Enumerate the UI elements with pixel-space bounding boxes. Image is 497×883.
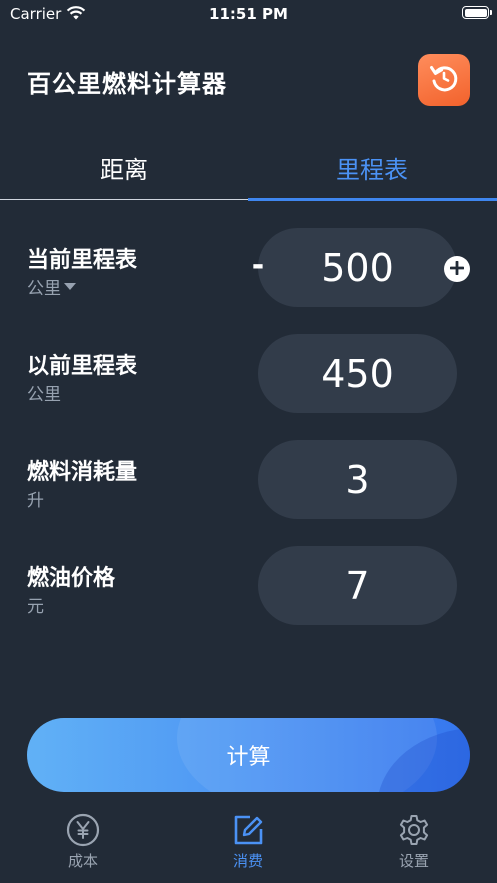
calculate-label: 计算 bbox=[226, 745, 271, 770]
segment-tabs: 距离 里程表 bbox=[0, 132, 497, 201]
field-label: 燃料消耗量 bbox=[27, 460, 138, 485]
tabbar-label: 消费 bbox=[232, 852, 263, 870]
tabbar-label: 成本 bbox=[67, 852, 98, 870]
fuel-consumed-input[interactable]: 3 bbox=[258, 440, 457, 519]
current-odometer-input[interactable]: 500 bbox=[258, 228, 457, 307]
field-fuel-consumed: 燃料消耗量 升 3 bbox=[0, 440, 497, 520]
page-title: 百公里燃料计算器 bbox=[27, 70, 227, 98]
unit-label: 公里 bbox=[27, 279, 61, 299]
field-current-odometer: 当前里程表 公里 500 - bbox=[0, 228, 497, 308]
status-bar: Carrier 11:51 PM bbox=[0, 0, 497, 30]
tab-odometer[interactable]: 里程表 bbox=[248, 150, 496, 185]
gear-icon bbox=[396, 812, 432, 848]
calculate-button[interactable]: 计算 bbox=[27, 718, 470, 792]
tabbar-item-settings[interactable]: 设置 bbox=[354, 812, 474, 871]
field-label: 以前里程表 bbox=[27, 354, 138, 379]
unit-label: 元 bbox=[27, 597, 44, 617]
field-fuel-price: 燃油价格 元 7 bbox=[0, 546, 497, 626]
tab-active-indicator bbox=[248, 198, 497, 201]
tabbar-item-cost[interactable]: 成本 bbox=[23, 812, 143, 871]
decrement-button[interactable]: - bbox=[244, 251, 272, 285]
tabbar-item-consume[interactable]: 消费 bbox=[188, 812, 308, 871]
tab-divider bbox=[0, 199, 248, 200]
fuel-price-input[interactable]: 7 bbox=[258, 546, 457, 625]
reset-button[interactable] bbox=[418, 54, 470, 106]
app-screen: Carrier 11:51 PM 百公里燃料计算器 距离 里程表 当前里程表 公… bbox=[0, 0, 497, 883]
unit-label: 升 bbox=[27, 491, 44, 511]
bottom-tab-bar: 成本 消费 设置 bbox=[0, 800, 497, 883]
tab-distance[interactable]: 距离 bbox=[0, 150, 248, 185]
field-previous-odometer: 以前里程表 公里 450 bbox=[0, 334, 497, 414]
field-label: 燃油价格 bbox=[27, 566, 116, 591]
reset-icon bbox=[427, 61, 461, 99]
unit-label: 公里 bbox=[27, 385, 61, 405]
edit-icon bbox=[230, 812, 266, 848]
previous-odometer-input[interactable]: 450 bbox=[258, 334, 457, 413]
tabbar-label: 设置 bbox=[398, 852, 429, 870]
yen-circle-icon bbox=[65, 812, 101, 848]
unit-dropdown[interactable]: 公里 bbox=[27, 274, 76, 299]
battery-icon bbox=[462, 6, 492, 19]
plus-circle-icon bbox=[449, 260, 465, 279]
status-time: 11:51 PM bbox=[209, 5, 288, 23]
caret-down-icon bbox=[64, 283, 76, 290]
increment-button[interactable] bbox=[444, 256, 470, 282]
field-label: 当前里程表 bbox=[27, 248, 138, 273]
